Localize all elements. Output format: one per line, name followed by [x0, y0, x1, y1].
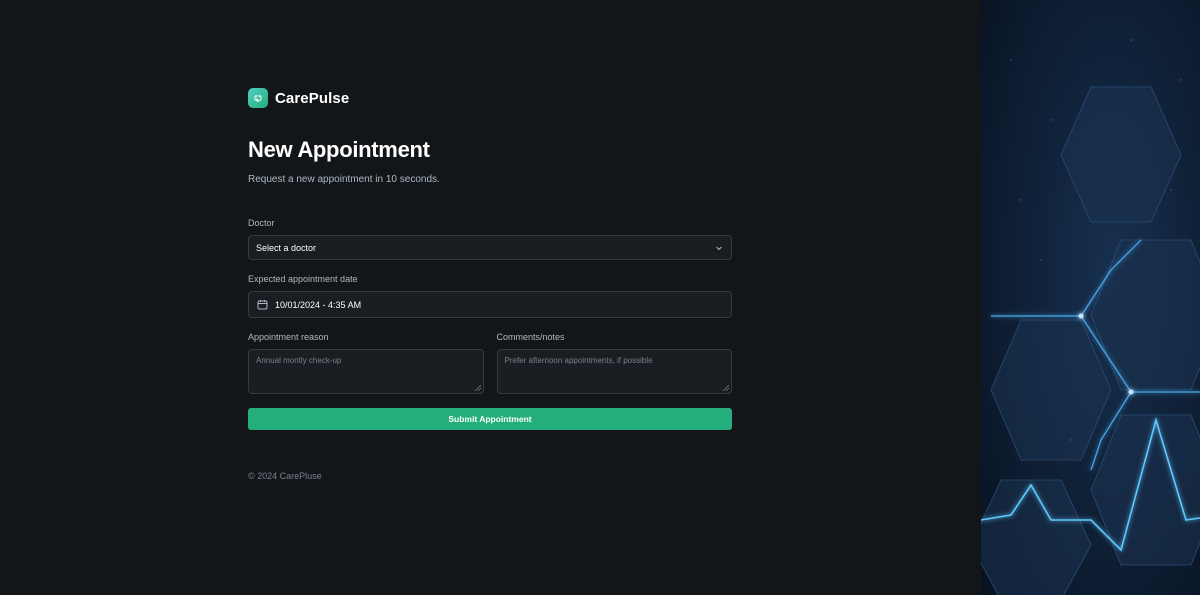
page-title: New Appointment	[248, 137, 430, 162]
reason-field: Appointment reason Annual montly check-u…	[248, 332, 484, 394]
notes-field: Comments/notes Prefer afternoon appointm…	[496, 332, 732, 394]
doctor-select-value: Select a doctor	[256, 242, 317, 253]
textarea-row: Appointment reason Annual montly check-u…	[248, 332, 732, 394]
doctor-field: Doctor Select a doctor	[248, 218, 732, 260]
reason-placeholder: Annual montly check-up	[256, 356, 342, 365]
hexagon-pulse-illustration	[981, 0, 1200, 595]
notes-textarea[interactable]: Prefer afternoon appointments, if possib…	[496, 349, 732, 394]
notes-placeholder: Prefer afternoon appointments, if possib…	[504, 356, 653, 365]
carepulse-logo-icon	[248, 88, 268, 108]
brand[interactable]: CarePulse	[248, 87, 732, 109]
resize-handle-icon[interactable]	[474, 385, 481, 391]
chevron-down-icon	[716, 246, 722, 250]
resize-handle-icon[interactable]	[723, 385, 729, 391]
reason-textarea[interactable]: Annual montly check-up	[248, 349, 484, 394]
date-value: 10/01/2024 - 4:35 AM	[275, 299, 362, 310]
main-panel: CarePulse New Appointment Request a new …	[0, 0, 981, 595]
date-field: Expected appointment date 10/01/2024 - 4…	[248, 274, 732, 318]
copyright-text: © 2024 CarePluse	[248, 471, 322, 481]
brand-name: CarePulse	[275, 89, 350, 107]
decorative-hero-image	[981, 0, 1200, 595]
notes-label: Comments/notes	[496, 332, 565, 342]
page-subtitle: Request a new appointment in 10 seconds.	[248, 174, 440, 185]
calendar-icon	[257, 300, 268, 310]
doctor-select[interactable]: Select a doctor	[248, 235, 732, 260]
doctor-label: Doctor	[248, 218, 275, 228]
submit-appointment-button[interactable]: Submit Appointment	[248, 408, 732, 430]
date-label: Expected appointment date	[248, 274, 358, 284]
reason-label: Appointment reason	[248, 332, 329, 342]
appointment-form-container: CarePulse New Appointment Request a new …	[248, 87, 732, 430]
date-picker-input[interactable]: 10/01/2024 - 4:35 AM	[248, 291, 732, 318]
